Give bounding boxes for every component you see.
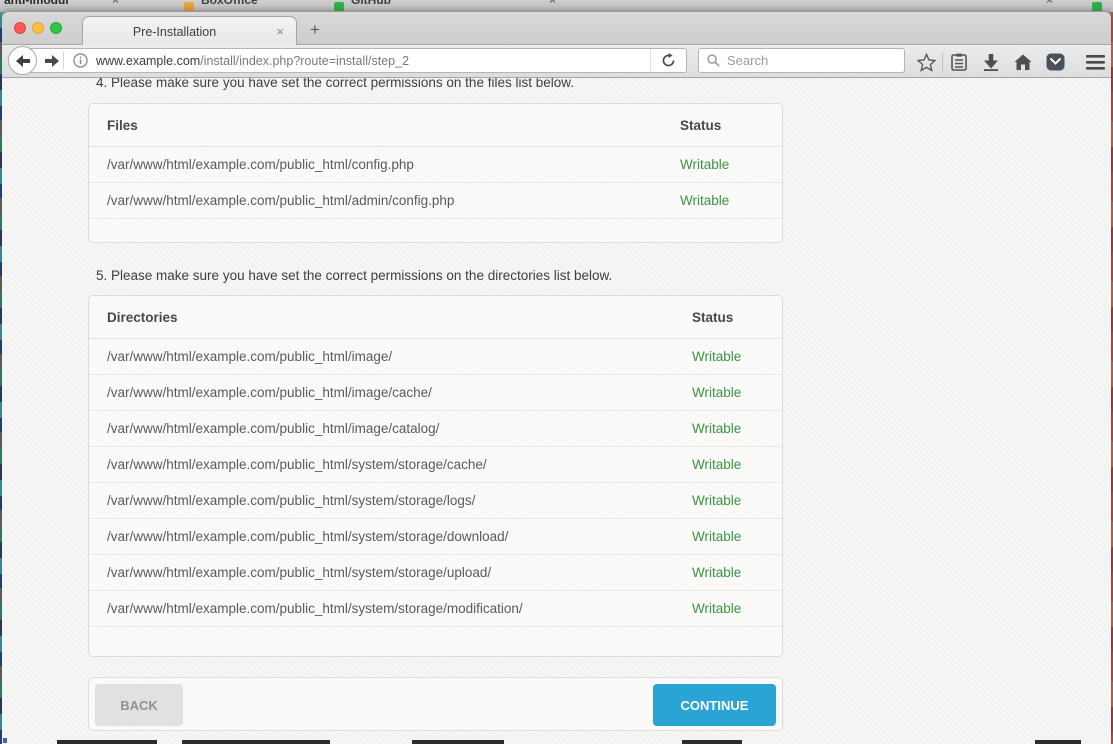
url-text[interactable]: www.example.com/install/index.php?route=… — [96, 54, 650, 68]
directories-table-header: Directories Status — [89, 296, 782, 339]
directory-path: /var/www/html/example.com/public_html/im… — [107, 385, 692, 400]
toolbar-divider — [942, 53, 943, 71]
background-tab-2: BoxOffice — [201, 0, 258, 7]
file-path: /var/www/html/example.com/public_html/co… — [107, 157, 680, 172]
continue-button[interactable]: CONTINUE — [653, 684, 776, 726]
browser-window: 4. Please make sure you have set the cor… — [2, 12, 1111, 744]
url-path: /install/index.php?route=install/step_2 — [200, 54, 409, 68]
home-icon[interactable] — [1012, 51, 1034, 73]
clipped-content-fragment — [182, 740, 330, 744]
url-bar[interactable]: www.example.com/install/index.php?route=… — [22, 48, 687, 73]
pocket-icon[interactable] — [1044, 51, 1066, 73]
navigation-toolbar: www.example.com/install/index.php?route=… — [2, 45, 1111, 78]
back-arrow-icon — [16, 55, 30, 67]
clipped-content-fragment — [682, 740, 742, 744]
status-badge: Writable — [692, 493, 764, 508]
directories-panel: Directories Status /var/www/html/example… — [88, 295, 783, 657]
status-badge: Writable — [692, 601, 764, 616]
menu-hamburger-icon[interactable] — [1084, 51, 1106, 73]
zoom-window-button[interactable] — [50, 22, 62, 34]
table-row: /var/www/html/example.com/public_html/sy… — [89, 447, 782, 483]
status-badge: Writable — [680, 193, 764, 208]
directories-column-header: Directories — [107, 310, 692, 325]
table-row: /var/www/html/example.com/public_html/im… — [89, 411, 782, 447]
table-row: /var/www/html/example.com/public_html/co… — [89, 147, 782, 183]
minimize-window-button[interactable] — [32, 22, 44, 34]
wizard-footer: BACK CONTINUE — [88, 677, 783, 731]
clipped-content-fragment — [1035, 740, 1081, 744]
status-badge: Writable — [692, 421, 764, 436]
search-icon — [707, 54, 720, 67]
github-favicon — [334, 2, 344, 11]
table-row: /var/www/html/example.com/public_html/im… — [89, 375, 782, 411]
forward-arrow-icon — [45, 55, 59, 67]
background-tab-3: GitHub — [351, 0, 391, 7]
background-favicon-right — [1092, 2, 1102, 11]
downloads-icon[interactable] — [980, 51, 1002, 73]
back-button[interactable]: BACK — [95, 684, 183, 726]
new-tab-button[interactable]: + — [310, 21, 320, 38]
site-info-icon[interactable] — [64, 53, 96, 68]
status-column-header: Status — [692, 310, 764, 325]
clipped-content-fragment — [3, 738, 7, 743]
directory-path: /var/www/html/example.com/public_html/sy… — [107, 493, 692, 508]
file-path: /var/www/html/example.com/public_html/ad… — [107, 193, 680, 208]
table-row: /var/www/html/example.com/public_html/sy… — [89, 483, 782, 519]
files-table-header: Files Status — [89, 104, 782, 147]
back-navigation-button[interactable] — [8, 46, 37, 75]
background-tab-1: anti-imodul — [4, 0, 69, 7]
step5-heading: 5. Please make sure you have set the cor… — [96, 268, 612, 283]
table-row: /var/www/html/example.com/public_html/sy… — [89, 591, 782, 627]
status-badge: Writable — [692, 349, 764, 364]
tab-close-icon[interactable]: × — [276, 24, 284, 39]
directory-path: /var/www/html/example.com/public_html/sy… — [107, 601, 692, 616]
tab-pre-installation[interactable]: Pre-Installation × — [82, 16, 297, 46]
bookmark-star-icon[interactable] — [915, 51, 937, 73]
clipped-content-fragment — [412, 740, 504, 744]
clipped-content-fragment — [57, 740, 157, 744]
table-row: /var/www/html/example.com/public_html/im… — [89, 339, 782, 375]
status-badge: Writable — [692, 385, 764, 400]
files-panel: Files Status /var/www/html/example.com/p… — [88, 103, 783, 243]
background-tab-1-close-icon: × — [112, 0, 119, 7]
page-content: 4. Please make sure you have set the cor… — [2, 78, 1111, 744]
boxoffice-favicon — [184, 2, 194, 11]
directory-path: /var/www/html/example.com/public_html/im… — [107, 421, 692, 436]
status-badge: Writable — [692, 565, 764, 580]
tab-bar: Pre-Installation × + — [2, 12, 1111, 45]
status-badge: Writable — [692, 529, 764, 544]
files-column-header: Files — [107, 118, 680, 133]
directory-path: /var/www/html/example.com/public_html/im… — [107, 349, 692, 364]
url-domain: www.example.com — [96, 54, 200, 68]
background-tab-right-close-icon: × — [1046, 0, 1053, 7]
background-tab-3-close-icon: × — [549, 0, 556, 7]
search-placeholder: Search — [727, 53, 768, 68]
table-row: /var/www/html/example.com/public_html/sy… — [89, 519, 782, 555]
background-window-tabstrip: anti-imodul × BoxOffice GitHub × × — [0, 0, 1113, 12]
directory-path: /var/www/html/example.com/public_html/sy… — [107, 529, 692, 544]
search-input[interactable]: Search — [698, 48, 905, 73]
tab-title: Pre-Installation — [83, 25, 266, 39]
status-badge: Writable — [680, 157, 764, 172]
table-row: /var/www/html/example.com/public_html/sy… — [89, 555, 782, 591]
reload-button[interactable] — [650, 49, 686, 72]
directory-path: /var/www/html/example.com/public_html/sy… — [107, 457, 692, 472]
directory-path: /var/www/html/example.com/public_html/sy… — [107, 565, 692, 580]
close-window-button[interactable] — [14, 22, 26, 34]
table-row: /var/www/html/example.com/public_html/ad… — [89, 183, 782, 219]
bookmarks-list-icon[interactable] — [948, 51, 970, 73]
status-column-header: Status — [680, 118, 764, 133]
status-badge: Writable — [692, 457, 764, 472]
